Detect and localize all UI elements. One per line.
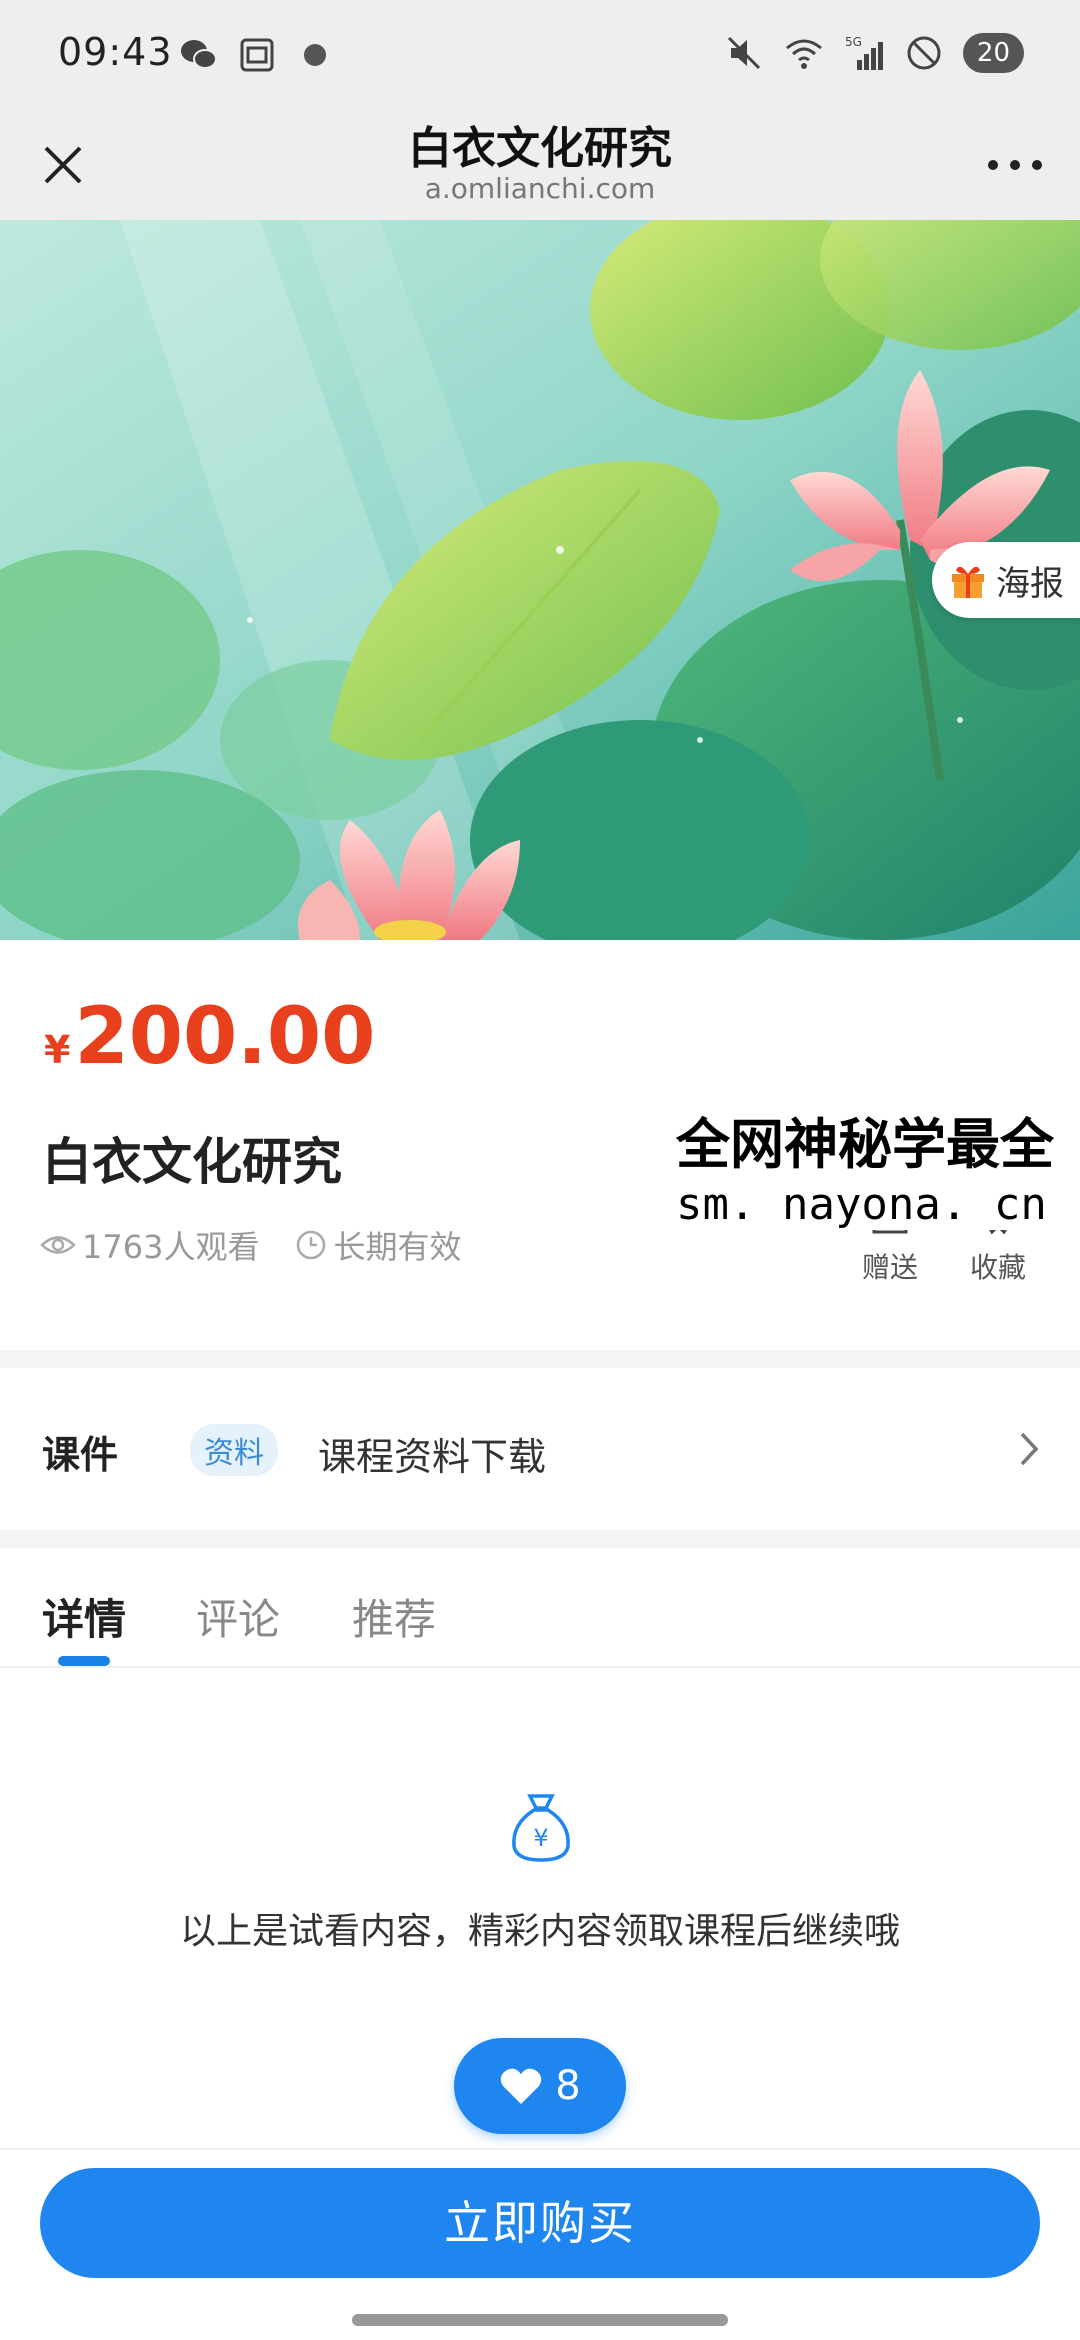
- courseware-row[interactable]: 课件 资料 课程资料下载: [0, 1368, 1080, 1530]
- heart-icon: [501, 2068, 542, 2104]
- watermark-line2: sm. nayona. cn: [676, 1179, 1047, 1230]
- detail-content: ¥ 以上是试看内容，精彩内容领取课程后继续哦 8: [0, 1670, 1080, 2150]
- battery-indicator: 20: [962, 33, 1024, 73]
- poster-button[interactable]: 海报: [932, 542, 1080, 618]
- more-icon[interactable]: [980, 140, 1050, 190]
- price: ¥200.00: [44, 992, 375, 1082]
- nav-bar: 白衣文化研究 a.omlianchi.com: [0, 110, 1080, 220]
- watermark-line1: 全网神秘学最全: [676, 1113, 1054, 1176]
- dnd-icon: [907, 36, 941, 70]
- tab-bar: 详情 评论 推荐: [0, 1548, 1080, 1668]
- page-url: a.omlianchi.com: [424, 172, 656, 205]
- status-left-icons: [178, 34, 336, 76]
- section-divider: [0, 1350, 1080, 1368]
- tab-comment[interactable]: 评论: [196, 1586, 280, 1647]
- screenshot-icon: [240, 38, 274, 72]
- gift-label: 赠送: [861, 1251, 918, 1284]
- courseware-label: 课件: [42, 1433, 119, 1477]
- dot-icon: [304, 44, 326, 66]
- mute-icon: [727, 36, 760, 70]
- course-banner: 海报: [0, 220, 1080, 940]
- status-bar: 09:43 5G 20: [0, 0, 1080, 110]
- like-button[interactable]: 8: [454, 2038, 626, 2134]
- tab-detail[interactable]: 详情: [42, 1586, 126, 1647]
- svg-text:5G: 5G: [845, 35, 862, 49]
- bottom-bar: 立即购买: [0, 2148, 1080, 2340]
- wifi-icon: [785, 39, 822, 69]
- tab-indicator: [58, 1656, 110, 1666]
- home-indicator[interactable]: [352, 2314, 728, 2326]
- status-time: 09:43: [58, 30, 173, 74]
- favorite-label: 收藏: [969, 1251, 1026, 1284]
- page-title: 白衣文化研究: [408, 123, 672, 174]
- course-info: ¥200.00 白衣文化研究 1763人观看 长期有效 赠送 收藏 全网神秘学最…: [0, 940, 1080, 1350]
- tab-recommend[interactable]: 推荐: [352, 1586, 436, 1647]
- gift-icon: [952, 566, 984, 598]
- currency-symbol: ¥: [44, 1028, 71, 1072]
- validity-label: 长期有效: [333, 1228, 462, 1266]
- like-count: 8: [555, 2063, 581, 2109]
- trial-notice: 以上是试看内容，精彩内容领取课程后继续哦: [179, 1911, 900, 1952]
- material-badge: 资料: [190, 1424, 278, 1476]
- price-amount: 200.00: [74, 992, 376, 1082]
- wechat-icon: [181, 40, 217, 69]
- chevron-right-icon: [1020, 1432, 1039, 1466]
- status-right-icons: 5G 20: [723, 32, 1024, 74]
- buy-now-button[interactable]: 立即购买: [40, 2168, 1040, 2278]
- clock-icon: [297, 1230, 326, 1260]
- poster-label: 海报: [996, 563, 1064, 604]
- money-bag-icon: ¥: [512, 1794, 570, 1862]
- view-count: 1763人观看: [40, 1222, 259, 1268]
- lotus-banner-illustration: [0, 220, 1080, 940]
- section-divider: [0, 1530, 1080, 1548]
- courseware-text: 课程资料下载: [318, 1435, 547, 1479]
- view-count-label: 1763人观看: [82, 1228, 260, 1266]
- eye-icon: [40, 1236, 76, 1254]
- svg-text:¥: ¥: [533, 1824, 548, 1852]
- course-meta: 1763人观看 长期有效: [40, 1222, 497, 1268]
- watermark-overlay: 全网神秘学最全 sm. nayona. cn: [676, 1100, 1080, 1230]
- 5g-signal-icon: 5G: [845, 35, 883, 70]
- validity: 长期有效: [295, 1222, 461, 1268]
- course-title: 白衣文化研究: [42, 1133, 342, 1191]
